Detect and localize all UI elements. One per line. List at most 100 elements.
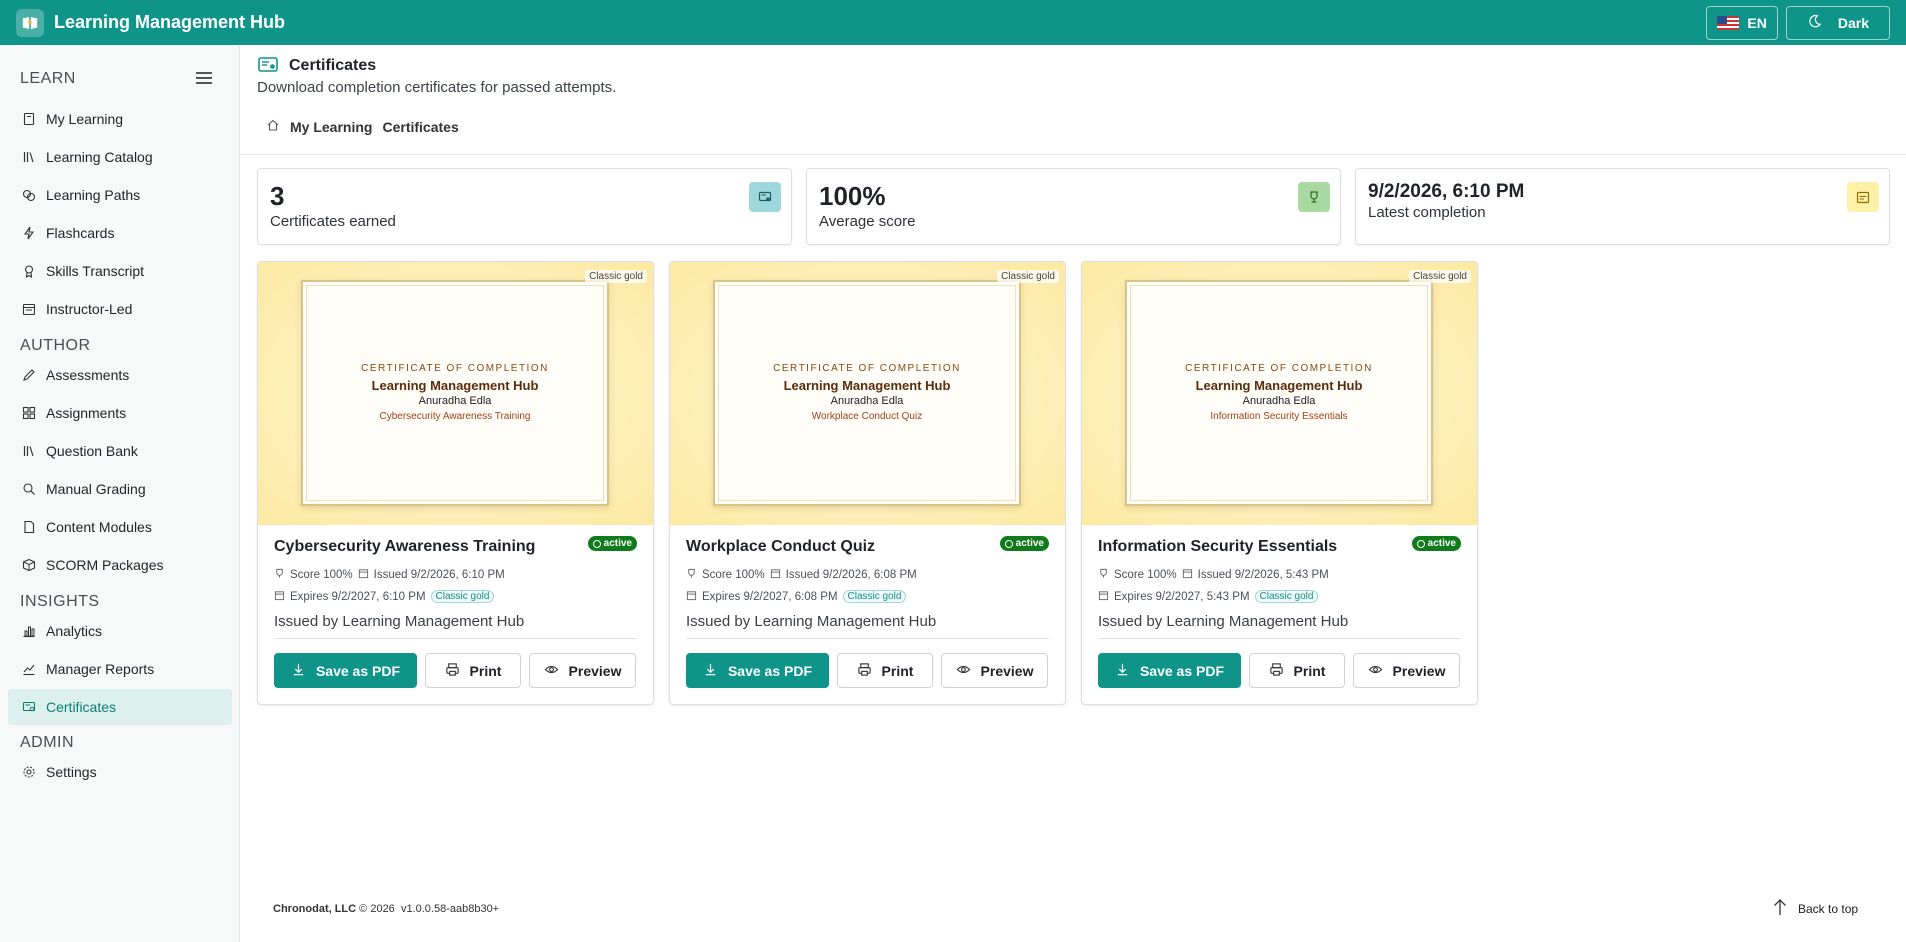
sidebar-item-assignments[interactable]: Assignments <box>8 395 232 431</box>
app-logo-icon[interactable] <box>16 8 44 37</box>
printer-icon <box>445 662 460 680</box>
home-icon[interactable] <box>266 118 280 135</box>
hamburger-menu-icon[interactable] <box>196 72 212 84</box>
issued-text: Issued 9/2/2026, 6:10 PM <box>373 568 505 581</box>
sidebar-item-certificates[interactable]: Certificates <box>8 689 232 725</box>
sidebar-item-instructor-led[interactable]: Instructor-Led <box>8 291 232 327</box>
back-to-top-button[interactable]: Back to top <box>1772 898 1858 919</box>
calendar-icon <box>770 568 781 581</box>
save-as-pdf-button[interactable]: Save as PDF <box>686 653 829 688</box>
download-icon <box>1115 662 1130 680</box>
eye-icon <box>544 662 559 680</box>
footer-copyright: © 2026 <box>359 903 395 915</box>
print-label: Print <box>469 662 502 679</box>
footer-company: Chronodat, LLC <box>273 903 357 915</box>
sidebar-item-question-bank[interactable]: Question Bank <box>8 433 232 469</box>
sidebar-item-skills-transcript[interactable]: Skills Transcript <box>8 253 232 289</box>
section-title-insights: INSIGHTS <box>20 593 100 610</box>
sidebar-item-flashcards[interactable]: Flashcards <box>8 215 232 251</box>
grid-icon <box>22 406 36 420</box>
certificate-heading: CERTIFICATE OF COMPLETION <box>773 363 961 374</box>
check-circle-icon <box>592 539 601 548</box>
certificate-card: CERTIFICATE OF COMPLETION Learning Manag… <box>669 261 1066 705</box>
sidebar-item-manual-grading[interactable]: Manual Grading <box>8 471 232 507</box>
template-badge: Classic gold <box>585 270 647 283</box>
sidebar-item-label: Learning Paths <box>46 187 141 203</box>
chart-icon <box>22 624 36 638</box>
certificate-org: Learning Management Hub <box>783 378 951 393</box>
stat-label: Average score <box>819 213 916 230</box>
paths-icon <box>22 188 36 202</box>
preview-button[interactable]: Preview <box>529 653 636 688</box>
sidebar-item-label: Flashcards <box>46 225 115 241</box>
moon-icon <box>1807 14 1822 32</box>
certificate-org: Learning Management Hub <box>1195 378 1363 393</box>
issued-text: Issued 9/2/2026, 5:43 PM <box>1197 568 1329 581</box>
footer-version: v1.0.0.58-aab8b30+ <box>400 903 500 915</box>
certificate-meta-row: Expires 9/2/2027, 6:10 PM Classic gold <box>274 590 495 603</box>
stat-value: 9/2/2026, 6:10 PM <box>1368 181 1525 202</box>
sidebar-item-label: Assignments <box>46 405 127 421</box>
certificate-preview[interactable]: CERTIFICATE OF COMPLETION Learning Manag… <box>1082 262 1477 525</box>
certificate-icon <box>258 56 278 74</box>
sidebar-item-label: Analytics <box>46 623 103 639</box>
breadcrumb-my-learning[interactable]: My Learning <box>290 119 372 135</box>
print-button[interactable]: Print <box>837 653 933 688</box>
badge-icon <box>22 264 36 278</box>
sidebar-item-learning-paths[interactable]: Learning Paths <box>8 177 232 213</box>
stat-label: Certificates earned <box>270 213 396 230</box>
sidebar-item-my-learning[interactable]: My Learning <box>8 101 232 137</box>
certificate-course: Workplace Conduct Quiz <box>811 411 923 422</box>
printer-icon <box>857 662 872 680</box>
theme-toggle-button[interactable]: Dark <box>1785 5 1890 40</box>
certificate-meta-row: Score 100% Issued 9/2/2026, 5:43 PM <box>1098 568 1329 581</box>
certificate-course: Information Security Essentials <box>1210 411 1348 422</box>
print-button[interactable]: Print <box>1249 653 1345 688</box>
download-icon <box>703 662 718 680</box>
language-button[interactable]: EN <box>1706 5 1778 40</box>
sidebar-item-assessments[interactable]: Assessments <box>8 357 232 393</box>
sidebar-item-content-modules[interactable]: Content Modules <box>8 509 232 545</box>
report-icon <box>22 662 36 676</box>
certificate-title: Cybersecurity Awareness Training <box>274 538 536 555</box>
certificate-paper: CERTIFICATE OF COMPLETION Learning Manag… <box>1125 280 1433 506</box>
print-label: Print <box>881 662 914 679</box>
library-icon <box>22 150 36 164</box>
save-as-pdf-label: Save as PDF <box>1139 662 1225 679</box>
section-title-author: AUTHOR <box>20 337 91 354</box>
certificate-icon <box>749 182 781 212</box>
sidebar-item-label: Skills Transcript <box>46 263 145 279</box>
preview-button[interactable]: Preview <box>1353 653 1460 688</box>
status-badge: active <box>587 536 637 551</box>
score-text: Score 100% <box>290 568 353 581</box>
save-as-pdf-button[interactable]: Save as PDF <box>1098 653 1241 688</box>
print-button[interactable]: Print <box>425 653 521 688</box>
page-title: Certificates <box>289 57 377 74</box>
certificate-preview[interactable]: CERTIFICATE OF COMPLETION Learning Manag… <box>258 262 653 525</box>
breadcrumb: My Learning Certificates <box>266 118 459 135</box>
stat-card-certificates-earned: 3 Certificates earned <box>257 168 792 245</box>
sidebar-item-settings[interactable]: Settings <box>8 754 232 790</box>
status-label: active <box>1015 538 1044 549</box>
certificate-preview[interactable]: CERTIFICATE OF COMPLETION Learning Manag… <box>670 262 1065 525</box>
divider <box>274 638 637 639</box>
sidebar-item-manager-reports[interactable]: Manager Reports <box>8 651 232 687</box>
sidebar-item-label: Question Bank <box>46 443 138 459</box>
stat-card-latest-completion: 9/2/2026, 6:10 PM Latest completion <box>1355 168 1890 245</box>
status-badge: active <box>1411 536 1461 551</box>
save-as-pdf-button[interactable]: Save as PDF <box>274 653 417 688</box>
save-as-pdf-label: Save as PDF <box>315 662 401 679</box>
sidebar-item-scorm-packages[interactable]: SCORM Packages <box>8 547 232 583</box>
sidebar: LEARN My Learning Learning Catalog Learn… <box>0 45 240 942</box>
preview-button[interactable]: Preview <box>941 653 1048 688</box>
trophy-icon <box>274 568 285 581</box>
expires-text: Expires 9/2/2027, 6:10 PM <box>290 590 426 603</box>
footer-info: Chronodat, LLC © 2026 v1.0.0.58-aab8b30+ <box>273 903 499 915</box>
sidebar-item-label: Manager Reports <box>46 661 155 677</box>
stat-label: Latest completion <box>1368 204 1486 221</box>
sidebar-item-learning-catalog[interactable]: Learning Catalog <box>8 139 232 175</box>
score-text: Score 100% <box>1114 568 1177 581</box>
sidebar-item-label: Instructor-Led <box>46 301 133 317</box>
calendar-icon <box>1098 590 1109 603</box>
sidebar-item-analytics[interactable]: Analytics <box>8 613 232 649</box>
